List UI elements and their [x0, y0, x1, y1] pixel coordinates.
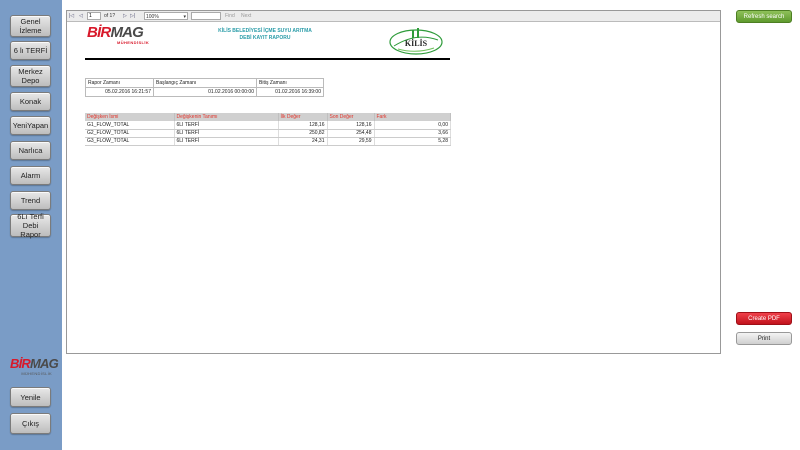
- cell-first: 128,16: [278, 121, 328, 130]
- report-viewer: |◁ ◁ of 1? ▷ ▷| 100% ▾ Find Next BİRMAG M…: [66, 10, 721, 354]
- nav-genel-izleme-button[interactable]: Genel İzleme: [10, 15, 51, 37]
- col-degisken-tanimi: Değişkenin Tanımı: [174, 113, 279, 121]
- cell-last: 29,59: [327, 137, 375, 146]
- cell-desc: 6LI TERFİ: [174, 121, 279, 130]
- report-title-line2: DEBİ KAYIT RAPORU: [239, 35, 291, 41]
- kilis-logo: KİLİS: [388, 26, 444, 56]
- cell-last: 254,48: [327, 129, 375, 138]
- last-page-icon[interactable]: ▷|: [130, 12, 135, 20]
- cell-desc: 6LI TERFİ: [174, 137, 279, 146]
- birmag-report-logo: BİRMAG MÜHENDİSLİK: [87, 25, 157, 47]
- cell-first: 250,82: [278, 129, 328, 138]
- exit-cikis-button[interactable]: Çıkış: [10, 413, 51, 434]
- create-pdf-button[interactable]: Create PDF: [736, 312, 792, 325]
- nav-debi-rapor-button[interactable]: 6Lı Terfi Debi Rapor: [10, 212, 51, 239]
- table-row: G2_FLOW_TOTAL 6LI TERFİ 250,82 254,48 3,…: [85, 129, 451, 138]
- kilis-logo-text: KİLİS: [405, 38, 428, 48]
- next-page-icon[interactable]: ▷: [123, 12, 127, 20]
- zoom-select[interactable]: 100% ▾: [144, 12, 188, 20]
- info-value-bitis: 01.02.2016 16:39:00: [256, 87, 324, 97]
- find-link[interactable]: Find: [225, 12, 235, 20]
- logo-subtitle: MÜHENDİSLİK: [21, 371, 52, 376]
- refresh-yenile-button[interactable]: Yenile: [10, 387, 51, 407]
- header-divider: [85, 58, 450, 60]
- report-title: KİLİS BELEDİYESİ İÇME SUYU ARITMA DEBİ K…: [200, 28, 330, 42]
- birmag-sidebar-logo: BİRMAG MÜHENDİSLİK: [10, 356, 59, 383]
- nav-6li-terfi-button[interactable]: 6 lı TERFİ: [10, 41, 51, 60]
- table-header-row: Değişken İsmi Değişkenin Tanımı İlk Değe…: [85, 113, 451, 121]
- report-info-table: Rapor Zamanı Başlangıç Zamanı Bitiş Zama…: [85, 78, 324, 97]
- chevron-down-icon: ▾: [183, 14, 186, 20]
- cell-diff: 5,28: [374, 137, 451, 146]
- page-number-input[interactable]: [87, 12, 101, 20]
- info-value-rapor: 05.02.2016 16:21:57: [85, 87, 154, 97]
- cell-first: 24,31: [278, 137, 328, 146]
- prev-page-icon[interactable]: ◁: [79, 12, 83, 20]
- cell-name: G1_FLOW_TOTAL: [85, 121, 175, 130]
- col-son-deger: Son Değer: [327, 113, 375, 121]
- col-degisken-ismi: Değişken İsmi: [85, 113, 175, 121]
- cell-name: G3_FLOW_TOTAL: [85, 137, 175, 146]
- first-page-icon[interactable]: |◁: [69, 12, 74, 20]
- nav-merkez-depo-button[interactable]: Merkez Depo: [10, 65, 51, 87]
- cell-diff: 0,00: [374, 121, 451, 130]
- cell-name: G2_FLOW_TOTAL: [85, 129, 175, 138]
- cell-last: 128,16: [327, 121, 375, 130]
- cell-desc: 6LI TERFİ: [174, 129, 279, 138]
- refresh-search-button[interactable]: Refresh search: [736, 10, 792, 23]
- page-count-label: of 1?: [104, 13, 116, 19]
- nav-narlica-button[interactable]: Narlıca: [10, 141, 51, 160]
- report-logo-red: BİR: [87, 24, 111, 41]
- info-header-rapor: Rapor Zamanı: [85, 78, 154, 88]
- col-fark: Fark: [374, 113, 451, 121]
- table-row: G3_FLOW_TOTAL 6LI TERFİ 24,31 29,59 5,28: [85, 137, 451, 146]
- flow-data-table: Değişken İsmi Değişkenin Tanımı İlk Değe…: [85, 113, 451, 146]
- kilis-emblem-icon: KİLİS: [389, 28, 443, 55]
- report-page: BİRMAG MÜHENDİSLİK KİLİS BELEDİYESİ İÇME…: [85, 25, 455, 345]
- col-ilk-deger: İlk Değer: [278, 113, 328, 121]
- cell-diff: 3,66: [374, 129, 451, 138]
- report-logo-sub: MÜHENDİSLİK: [117, 40, 150, 45]
- nav-trend-button[interactable]: Trend: [10, 191, 51, 210]
- report-logo-gray: MAG: [110, 24, 144, 41]
- nav-konak-button[interactable]: Konak: [10, 92, 51, 111]
- find-input[interactable]: [191, 12, 221, 20]
- sidebar: Genel İzleme 6 lı TERFİ Merkez Depo Kona…: [0, 0, 62, 450]
- info-value-baslangic: 01.02.2016 00:00:00: [153, 87, 257, 97]
- info-header-baslangic: Başlangıç Zamanı: [153, 78, 257, 88]
- viewer-toolbar: |◁ ◁ of 1? ▷ ▷| 100% ▾ Find Next: [67, 11, 720, 22]
- info-header-bitis: Bitiş Zamanı: [256, 78, 324, 88]
- report-title-line1: KİLİS BELEDİYESİ İÇME SUYU ARITMA: [218, 28, 312, 34]
- logo-brand-red: BİR: [10, 356, 31, 371]
- logo-brand-gray: MAG: [30, 356, 59, 371]
- nav-alarm-button[interactable]: Alarm: [10, 166, 51, 185]
- nav-yeniyapan-button[interactable]: YeniYapan: [10, 116, 51, 135]
- next-link[interactable]: Next: [241, 12, 251, 20]
- table-row: G1_FLOW_TOTAL 6LI TERFİ 128,16 128,16 0,…: [85, 121, 451, 130]
- zoom-value: 100%: [146, 14, 159, 20]
- print-button[interactable]: Print: [736, 332, 792, 345]
